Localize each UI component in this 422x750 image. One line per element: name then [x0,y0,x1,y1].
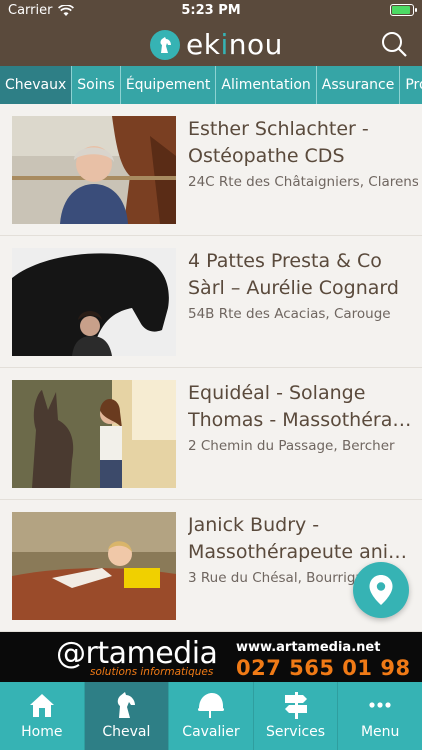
status-time: 5:23 PM [181,3,241,18]
more-icon [369,702,391,708]
listing-list: Esther Schlachter - Ostéopathe CDS 24C Rt… [0,104,422,632]
search-button[interactable] [380,30,408,58]
ad-banner[interactable]: @rtamedia solutions informatiques www.ar… [0,632,422,682]
signpost-icon [284,692,307,719]
listing-address: 2 Chemin du Passage, Bercher [188,438,395,454]
listing-name: 4 Pattes Presta & Co Sàrl – Aurélie Cogna… [188,250,399,299]
listing-photo [12,116,176,224]
tab-assurance[interactable]: Assurance [317,66,401,104]
search-icon [382,32,407,57]
listing-name: Janick Budry - Massothérapeute anim... [188,514,412,563]
map-pin-icon [369,575,393,605]
listing-item[interactable]: 4 Pattes Presta & Co Sàrl – Aurélie Cogna… [0,236,422,368]
listing-photo [12,380,176,488]
tab-professionnels[interactable]: Professionnels [400,66,422,104]
nav-home-label: Home [21,724,63,740]
horse-logo-icon [150,29,180,60]
banner-url: www.artamedia.net [236,640,381,655]
bottom-nav: Home Cheval Cavalier Services Menu [0,682,422,750]
listing-item[interactable]: Janick Budry - Massothérapeute anim... 3 … [0,500,422,632]
listing-photo [12,512,176,620]
nav-cavalier-label: Cavalier [182,724,240,740]
nav-services[interactable]: Services [254,682,339,750]
tab-equipement[interactable]: Équipement [121,66,217,104]
banner-phone: 027 565 01 98 [236,656,411,680]
battery-icon [390,4,417,16]
listing-photo [12,248,176,356]
map-button[interactable] [353,562,409,618]
app-header: ekinou [0,22,422,66]
tab-chevaux[interactable]: Chevaux [0,66,73,104]
nav-cheval[interactable]: Cheval [84,682,170,750]
nav-services-label: Services [266,724,326,740]
rider-helmet-icon [197,693,224,718]
nav-menu-label: Menu [360,724,400,740]
ekinou-logo[interactable]: ekinou [150,28,283,61]
logo-text: ekinou [186,28,283,61]
nav-cavalier[interactable]: Cavalier [169,682,254,750]
tab-alimentation[interactable]: Alimentation [216,66,317,104]
banner-tagline: solutions informatiques [90,666,214,678]
listing-item[interactable]: Equidéal - Solange Thomas - Massothérap..… [0,368,422,500]
nav-cheval-label: Cheval [102,724,151,740]
tab-soins[interactable]: Soins [72,66,121,104]
listing-name: Equidéal - Solange Thomas - Massothérap..… [188,382,412,431]
listing-address: 24C Rte des Châtaigniers, Clarens [188,174,418,190]
horse-icon [118,692,136,718]
listing-name: Esther Schlachter - Ostéopathe CDS [188,118,369,167]
category-tabs: Chevaux Soins Équipement Alimentation As… [0,66,422,104]
listing-item[interactable]: Esther Schlachter - Ostéopathe CDS 24C Rt… [0,104,422,236]
status-bar: Carrier 5:23 PM [0,0,422,22]
listing-address: 54B Rte des Acacias, Carouge [188,306,391,322]
nav-home[interactable]: Home [0,682,85,750]
nav-menu[interactable]: Menu [338,682,422,750]
home-icon [29,694,54,717]
